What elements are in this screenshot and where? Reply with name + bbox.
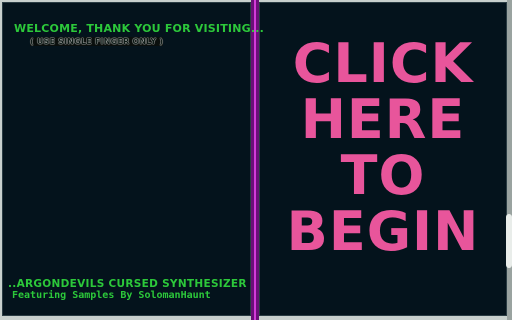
- edge-handle[interactable]: [506, 214, 512, 268]
- window-edge: [507, 0, 512, 320]
- left-panel: [2, 2, 251, 316]
- click-to-begin-button[interactable]: CLICK HERE TO BEGIN: [272, 36, 494, 260]
- panel-divider-line: [254, 0, 256, 320]
- credit-title: ..ARGONDEVILS CURSED SYNTHESIZER: [8, 278, 247, 290]
- cta-line-begin: BEGIN: [272, 204, 494, 260]
- welcome-text: WELCOME, THANK YOU FOR VISITING...: [14, 22, 264, 35]
- instruction-text: ( USE SINGLE FINGER ONLY ): [30, 37, 164, 46]
- credit-subtitle: Featuring Samples By SolomanHaunt: [12, 290, 211, 301]
- cta-line-click: CLICK: [272, 36, 494, 92]
- cta-line-to: TO: [272, 148, 494, 204]
- cta-line-here: HERE: [272, 92, 494, 148]
- app-frame: WELCOME, THANK YOU FOR VISITING... ( USE…: [0, 0, 512, 320]
